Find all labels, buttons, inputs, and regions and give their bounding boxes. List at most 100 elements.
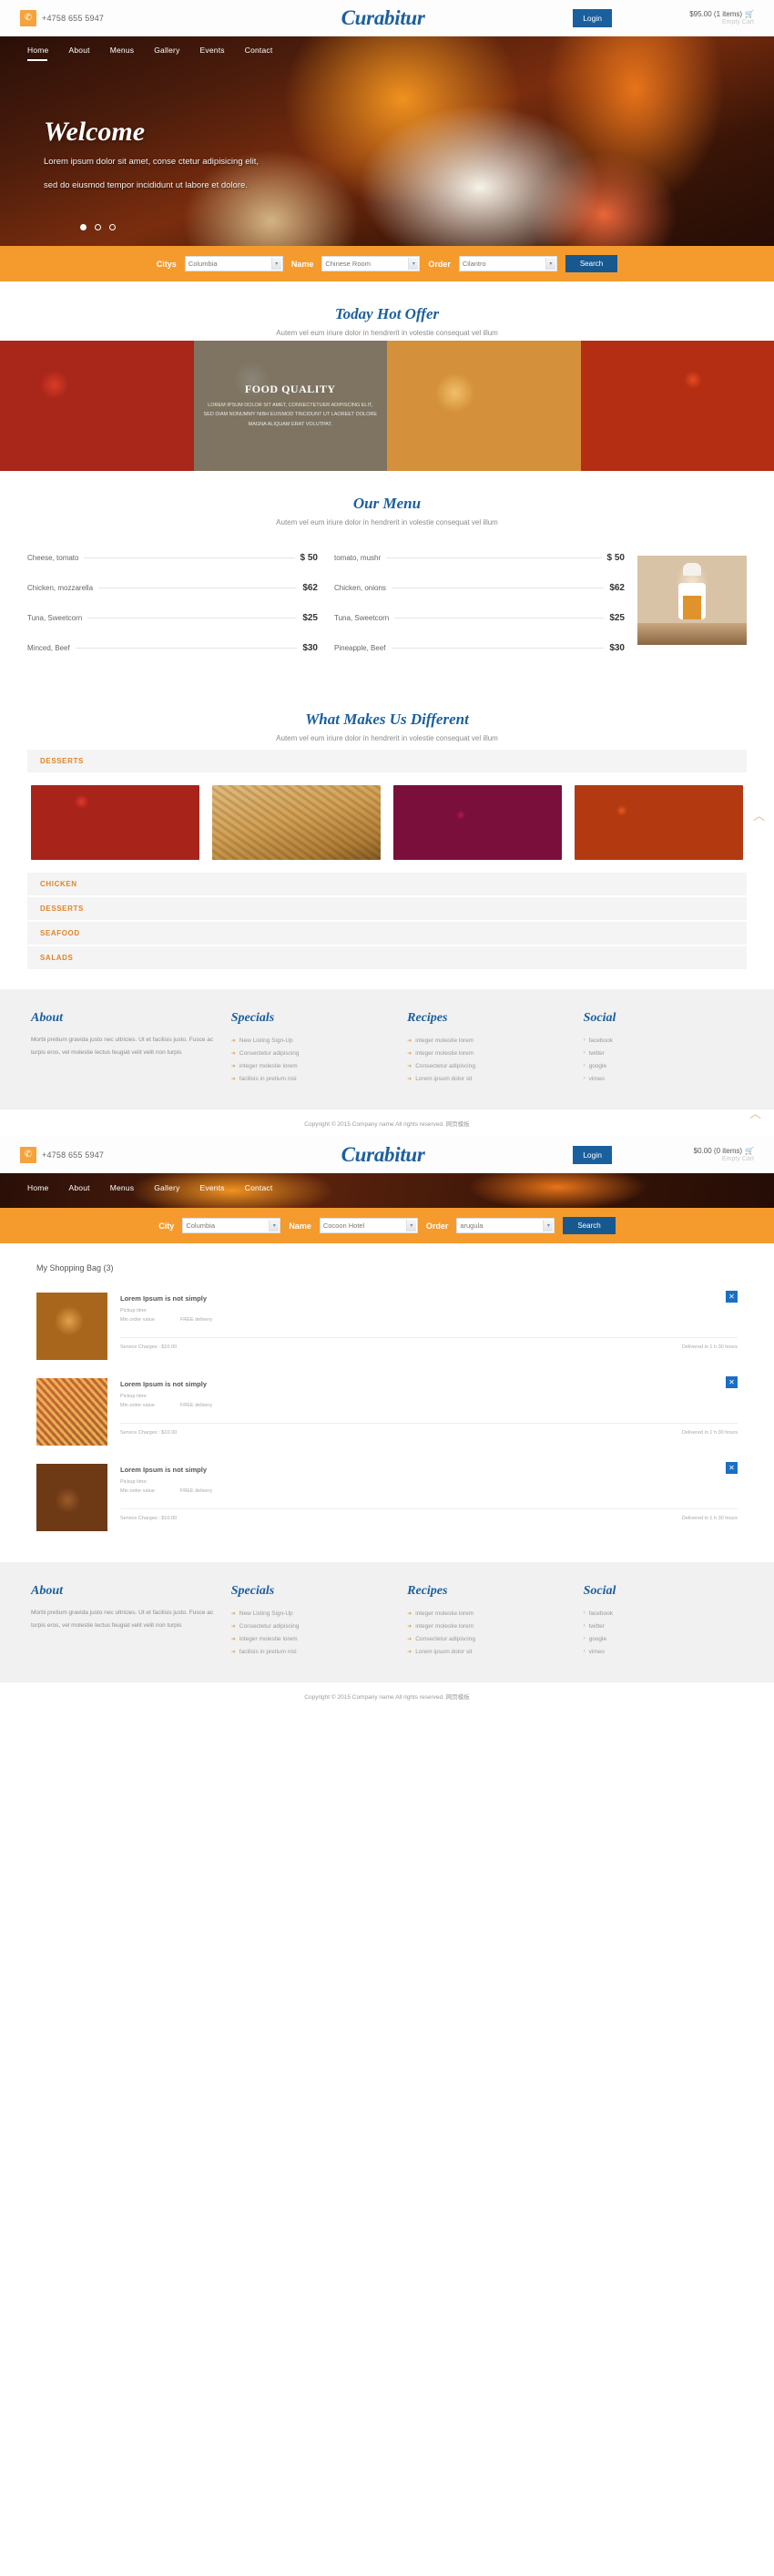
nav-item-home[interactable]: Home	[27, 1183, 48, 1199]
hot-offer-subtitle: Autem vel eum iriure dolor in hendrerit …	[276, 329, 498, 337]
gallery-tile-pastry[interactable]	[580, 341, 774, 471]
footer-link[interactable]: Consectetur adipiscing	[239, 1623, 300, 1630]
footer-link[interactable]: integer molestie lorem	[415, 1050, 474, 1057]
footer-link[interactable]: Consectetur adipiscing	[415, 1636, 475, 1642]
gallery-tile-pizza[interactable]	[0, 341, 194, 471]
footer-col-specials: Specials ➜ New Listing Sign-Up ➜ Consectet…	[231, 1011, 391, 1085]
scroll-to-top-icon[interactable]: ︿	[753, 806, 765, 823]
list-item: › vimeo	[584, 1645, 743, 1658]
list-item: › twitter	[584, 1047, 743, 1059]
cart-block[interactable]: $95.00 (1 items) 🛒 Empty Cart	[636, 10, 754, 26]
footer-link[interactable]: New Listing Sign-Up	[239, 1038, 293, 1044]
footer-link[interactable]: integer molestie lorem	[415, 1610, 474, 1617]
product-thumbnail[interactable]	[36, 1293, 107, 1360]
dessert-tile-roll-cake[interactable]	[31, 785, 199, 860]
cart-icon[interactable]: 🛒	[745, 10, 754, 18]
cart-icon[interactable]: 🛒	[745, 1147, 754, 1155]
list-item: ➜ integer molestie lorem	[231, 1632, 391, 1645]
footer-link[interactable]: integer molestie lorem	[415, 1038, 474, 1044]
list-item: ➜ integer molestie lorem	[407, 1034, 566, 1047]
accordion-panel	[27, 774, 747, 873]
scroll-to-top-icon[interactable]: ︿	[749, 1104, 761, 1121]
social-link-google[interactable]: google	[589, 1063, 607, 1069]
nav-item-events[interactable]: Events	[200, 1183, 225, 1199]
footer-link[interactable]: integer molestie lorem	[415, 1623, 474, 1630]
nav-item-menus[interactable]: Menus	[110, 46, 135, 61]
search-name-select[interactable]: Cocoon Hotel ▾	[319, 1218, 418, 1233]
social-link-google[interactable]: google	[589, 1636, 607, 1642]
slider-dot-2[interactable]	[95, 224, 101, 230]
bullet-icon: ›	[583, 1649, 586, 1654]
product-thumbnail[interactable]	[36, 1378, 107, 1446]
gallery-tile-fried[interactable]	[387, 341, 581, 471]
product-name[interactable]: Lorem Ipsum is not simply	[120, 1466, 738, 1474]
service-charges: Service Charges : $10.00	[120, 1430, 178, 1436]
search-order-select[interactable]: Cilantro ▾	[458, 256, 557, 271]
social-link-vimeo[interactable]: vimeo	[589, 1649, 605, 1655]
footer-link[interactable]: integer molestie lorem	[239, 1063, 298, 1069]
dessert-tile-berry-tart[interactable]	[393, 785, 562, 860]
menu-item-price: $62	[609, 583, 625, 593]
accordion-header-seafood[interactable]: SEAFOOD	[27, 922, 747, 945]
menu-column-right: tomato, mushr $ 50 Chicken, onions $62 T…	[334, 543, 625, 663]
copyright-text: Copyright © 2015 Company name All rights…	[304, 1694, 470, 1701]
slider-dot-1[interactable]	[80, 224, 87, 230]
footer-link[interactable]: Consectetur adipiscing	[415, 1063, 475, 1069]
social-link-twitter[interactable]: twitter	[589, 1623, 605, 1630]
search-name-value: Cocoon Hotel	[322, 1222, 365, 1230]
social-link-twitter[interactable]: twitter	[589, 1050, 605, 1057]
site-logo[interactable]: Curabitur	[193, 6, 573, 30]
login-button[interactable]: Login	[573, 1145, 612, 1164]
nav-item-about[interactable]: About	[68, 1183, 89, 1199]
accordion-header-salads[interactable]: SALADS	[27, 946, 747, 969]
search-order-select[interactable]: arugula ▾	[456, 1218, 555, 1233]
footer-link[interactable]: Lorem ipsum dolor sit	[415, 1076, 472, 1082]
pickup-time: Pickup time:	[120, 1308, 148, 1314]
footer-link[interactable]: facilisis in pretium nisl	[239, 1649, 297, 1655]
gallery-tile-quality[interactable]: FOOD QUALITY LOREM IPSUM DOLOR SIT AMET,…	[193, 341, 387, 471]
product-name[interactable]: Lorem Ipsum is not simply	[120, 1380, 738, 1388]
menu-item-price: $25	[609, 613, 625, 623]
search-city-select[interactable]: Columbia ▾	[182, 1218, 281, 1233]
social-link-facebook[interactable]: facebook	[589, 1038, 613, 1044]
nav-item-contact[interactable]: Contact	[245, 46, 273, 61]
slider-dot-3[interactable]	[109, 224, 116, 230]
list-item: ➜ Consectetur adipiscing	[407, 1059, 566, 1072]
remove-item-button[interactable]: ✕	[726, 1291, 738, 1303]
site-logo[interactable]: Curabitur	[193, 1143, 573, 1167]
accordion-header-chicken[interactable]: CHICKEN	[27, 873, 747, 895]
nav-item-menus[interactable]: Menus	[110, 1183, 135, 1199]
dessert-tile-fruit-cake[interactable]	[575, 785, 743, 860]
footer-link[interactable]: facilisis in pretium nisl	[239, 1076, 297, 1082]
nav-item-home[interactable]: Home	[27, 46, 48, 61]
remove-item-button[interactable]: ✕	[726, 1376, 738, 1388]
search-name-select[interactable]: Chinese Room ▾	[321, 256, 421, 271]
product-name[interactable]: Lorem Ipsum is not simply	[120, 1294, 738, 1303]
chevron-down-icon: ▾	[269, 1220, 280, 1232]
footer-link[interactable]: Lorem ipsum dolor sit	[415, 1649, 472, 1655]
footer-link[interactable]: integer molestie lorem	[239, 1636, 298, 1642]
cart-row: Lorem Ipsum is not simply Pickup time: M…	[36, 1369, 738, 1455]
footer-link[interactable]: New Listing Sign-Up	[239, 1610, 293, 1617]
nav-item-events[interactable]: Events	[200, 46, 225, 61]
dessert-tile-walnut-cake[interactable]	[212, 785, 381, 860]
product-thumbnail[interactable]	[36, 1464, 107, 1531]
accordion-header-desserts-open[interactable]: DESSERTS	[27, 750, 747, 772]
footer-about-text: Morbi pretium gravida justo nec ultricie…	[31, 1037, 214, 1056]
login-button[interactable]: Login	[573, 8, 612, 27]
nav-item-gallery[interactable]: Gallery	[154, 46, 179, 61]
accordion-header-desserts[interactable]: DESSERTS	[27, 897, 747, 920]
our-menu-body: Cheese, tomato $ 50 Chicken, mozzarella …	[0, 530, 774, 687]
footer-recipes-list: ➜ integer molestie lorem ➜ integer molesti…	[407, 1034, 566, 1085]
search-button[interactable]: Search	[563, 1217, 616, 1234]
search-button[interactable]: Search	[565, 255, 618, 272]
social-link-facebook[interactable]: facebook	[589, 1610, 613, 1617]
social-link-vimeo[interactable]: vimeo	[589, 1076, 605, 1082]
remove-item-button[interactable]: ✕	[726, 1462, 738, 1474]
nav-item-gallery[interactable]: Gallery	[154, 1183, 179, 1199]
search-city-select[interactable]: Columbia ▾	[184, 256, 283, 271]
nav-item-about[interactable]: About	[68, 46, 89, 61]
footer-link[interactable]: Consectetur adipiscing	[239, 1050, 300, 1057]
nav-item-contact[interactable]: Contact	[245, 1183, 273, 1199]
cart-block[interactable]: $0.00 (0 items) 🛒 Empty Cart	[636, 1147, 754, 1162]
